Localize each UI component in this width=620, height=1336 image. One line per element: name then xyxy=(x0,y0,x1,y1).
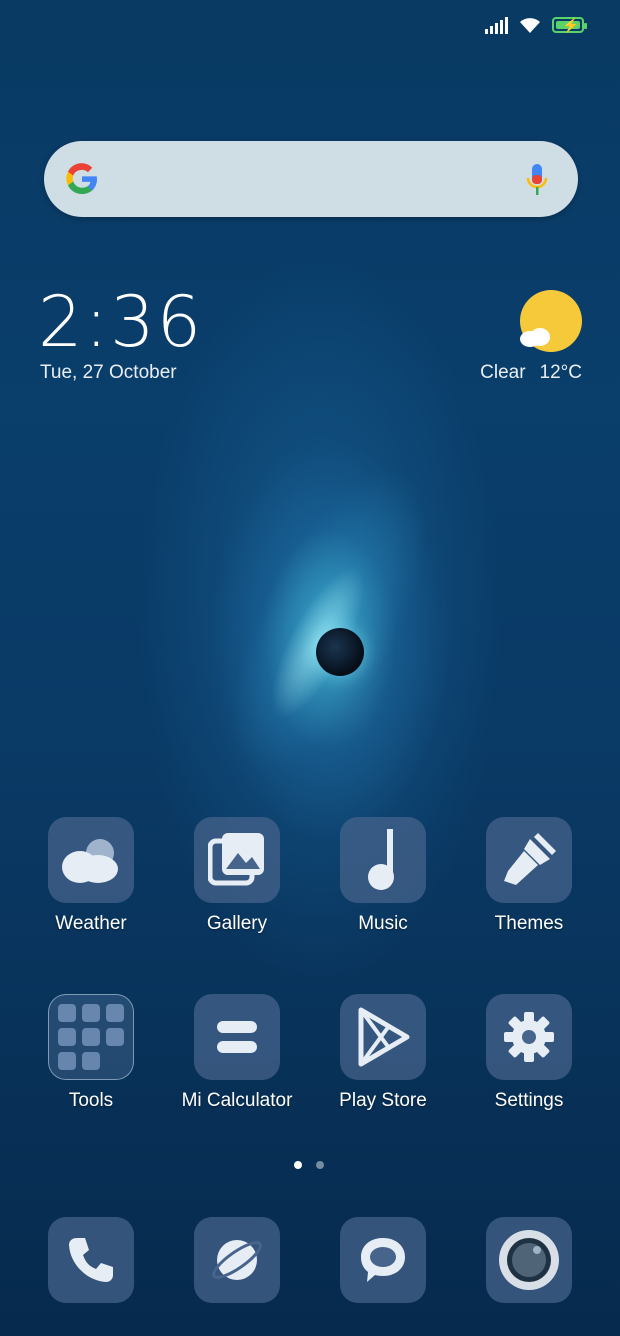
brush-icon xyxy=(486,817,572,903)
dock-messages[interactable] xyxy=(323,1217,443,1303)
app-label: Music xyxy=(358,913,408,934)
folder-icon xyxy=(48,994,134,1080)
dock-browser[interactable] xyxy=(177,1217,297,1303)
app-settings[interactable]: Settings xyxy=(469,994,589,1112)
gallery-icon xyxy=(194,817,280,903)
google-search-bar[interactable] xyxy=(44,141,578,217)
camera-icon xyxy=(486,1217,572,1303)
app-play-store[interactable]: Play Store xyxy=(323,994,443,1112)
app-label: Gallery xyxy=(206,913,268,934)
clock-date: Tue, 27 October xyxy=(40,362,177,383)
app-label: Play Store xyxy=(339,1090,427,1111)
dock-camera[interactable] xyxy=(469,1217,589,1303)
app-label: Settings xyxy=(494,1090,564,1111)
app-mi-calculator[interactable]: Mi Calculator xyxy=(177,994,297,1112)
status-bar: ⚡ xyxy=(485,16,587,34)
app-themes[interactable]: Themes xyxy=(469,817,589,935)
weather-temperature: 12°C xyxy=(539,362,582,383)
weather-text: Clear 12°C xyxy=(480,362,582,384)
cloud-icon xyxy=(520,328,550,347)
page-dot-active[interactable] xyxy=(294,1161,302,1169)
battery-charging-icon: ⚡ xyxy=(552,17,587,33)
app-label: Mi Calculator xyxy=(181,1090,293,1111)
browser-icon xyxy=(194,1217,280,1303)
calculator-icon xyxy=(194,994,280,1080)
page-indicator[interactable] xyxy=(294,1161,324,1169)
wifi-icon xyxy=(520,18,540,33)
app-label: Tools xyxy=(68,1090,114,1111)
weather-icon xyxy=(48,817,134,903)
dock-phone[interactable] xyxy=(31,1217,151,1303)
messages-icon xyxy=(340,1217,426,1303)
play-store-icon xyxy=(340,994,426,1080)
app-gallery[interactable]: Gallery xyxy=(177,817,297,935)
app-music[interactable]: Music xyxy=(323,817,443,935)
gear-icon xyxy=(486,994,572,1080)
page-dot[interactable] xyxy=(316,1161,324,1169)
app-label: Weather xyxy=(55,913,127,934)
app-folder-tools[interactable]: Tools xyxy=(31,994,151,1112)
phone-icon xyxy=(48,1217,134,1303)
mic-icon[interactable] xyxy=(526,163,548,197)
signal-icon xyxy=(485,16,508,34)
music-icon xyxy=(340,817,426,903)
app-weather[interactable]: Weather xyxy=(31,817,151,935)
google-logo xyxy=(66,163,97,195)
app-label: Themes xyxy=(494,913,564,934)
weather-condition: Clear xyxy=(480,362,526,383)
clock-time[interactable]: 2:36 xyxy=(38,282,203,362)
wallpaper-planet xyxy=(316,628,364,676)
